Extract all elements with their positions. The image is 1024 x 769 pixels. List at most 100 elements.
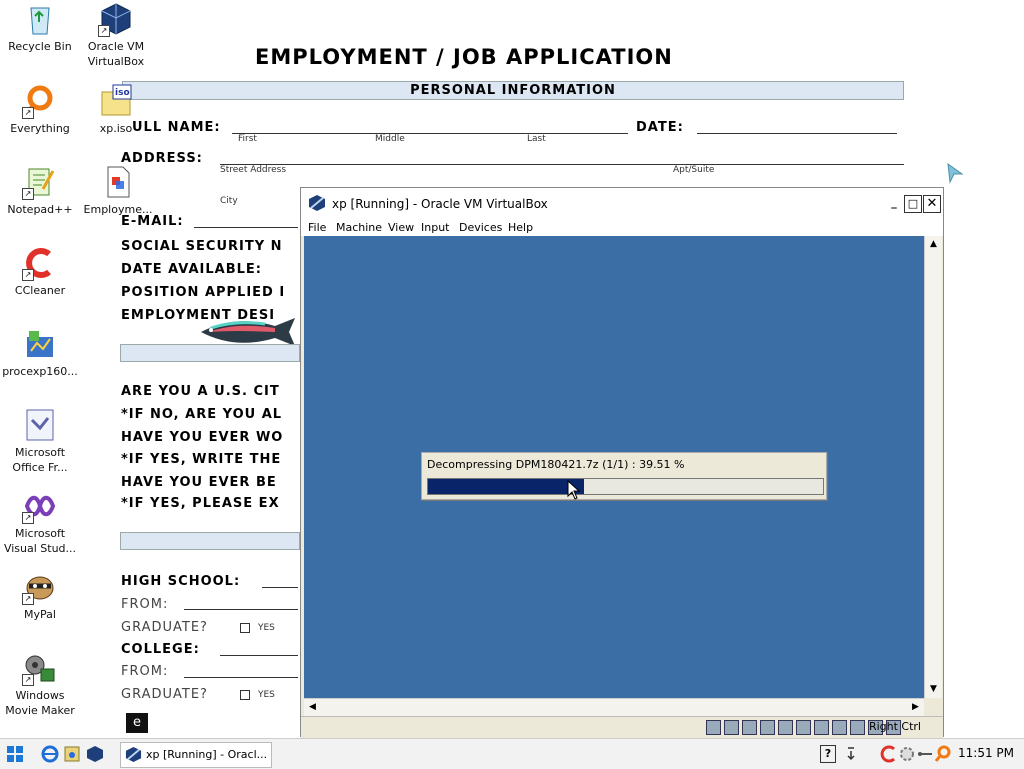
name-line xyxy=(232,133,628,134)
minimize-button[interactable]: _ xyxy=(886,195,902,211)
ccleaner-tray-icon[interactable] xyxy=(880,745,898,763)
close-button[interactable]: ✕ xyxy=(923,195,941,213)
desktop-icon-movie-maker[interactable]: ↗ Windows Movie Maker xyxy=(0,651,80,718)
scroll-right-arrow-icon[interactable]: ▶ xyxy=(907,699,924,716)
menu-view[interactable]: View xyxy=(388,221,414,234)
virtualbox-task-icon xyxy=(125,746,142,763)
office-framework-icon xyxy=(23,408,57,442)
menu-input[interactable]: Input xyxy=(421,221,449,234)
date-line xyxy=(697,133,897,134)
display-icon[interactable] xyxy=(832,720,847,735)
menu-machine[interactable]: Machine xyxy=(336,221,382,234)
section-band-2 xyxy=(120,344,300,362)
windows-start-icon[interactable] xyxy=(6,745,24,763)
shortcut-arrow-icon: ↗ xyxy=(22,674,34,686)
desktop-icon-recycle-bin[interactable]: Recycle Bin xyxy=(0,2,80,54)
virtualbox-window[interactable]: xp [Running] - Oracle VM VirtualBox _ □ … xyxy=(300,187,944,738)
scroll-up-arrow-icon[interactable]: ▲ xyxy=(925,236,942,253)
shortcut-arrow-icon: ↗ xyxy=(22,188,34,200)
search-tray-icon[interactable] xyxy=(934,745,952,763)
high-school-line xyxy=(262,587,298,588)
taskbar: xp [Running] - Oracl... ? 11:51 PM xyxy=(0,738,1024,769)
desktop-icon-label: Microsoft Office Fr... xyxy=(12,446,68,474)
desktop-icon-label: MyPal xyxy=(24,608,56,621)
apt-caption: Apt/Suite xyxy=(673,165,715,175)
been-label: HAVE YOU EVER BE xyxy=(121,475,277,490)
desktop-icon-label: Everything xyxy=(10,122,70,135)
maximize-button[interactable]: □ xyxy=(904,195,922,213)
desktop-icon-procexp[interactable]: procexp160... xyxy=(0,327,80,379)
optical-drive-icon[interactable] xyxy=(724,720,739,735)
taskbar-button-label: xp [Running] - Oracl... xyxy=(146,748,268,761)
desktop-icon-xp-iso[interactable]: iso xp.iso xyxy=(76,84,156,136)
iso-badge: iso xyxy=(115,88,130,98)
vertical-scrollbar[interactable]: ▲ ▼ xyxy=(924,236,942,698)
desktop-icon-everything[interactable]: ↗ Everything xyxy=(0,84,80,136)
shared-folder-icon[interactable] xyxy=(814,720,829,735)
shortcut-arrow-icon: ↗ xyxy=(98,25,110,37)
iso-file-icon: iso xyxy=(99,84,133,118)
date-label: DATE: xyxy=(636,120,684,135)
yes-caption-2: YES xyxy=(258,690,275,700)
file-explorer-icon[interactable] xyxy=(63,745,81,763)
scroll-left-arrow-icon[interactable]: ◀ xyxy=(304,699,321,716)
desktop-icon-notepad-plus-plus[interactable]: ↗ Notepad++ xyxy=(0,165,80,217)
address-label: ADDRESS: xyxy=(121,151,203,166)
hard-disk-icon[interactable] xyxy=(706,720,721,735)
desktop-icon-label: Recycle Bin xyxy=(8,40,72,53)
desktop-icon-label: Microsoft Visual Stud... xyxy=(3,527,77,555)
college-label: COLLEGE: xyxy=(121,642,200,657)
yes-caption: YES xyxy=(258,623,275,633)
document-file-icon xyxy=(101,165,135,199)
taskbar-button-virtualbox[interactable]: xp [Running] - Oracl... xyxy=(120,742,272,768)
notification-chevron-icon[interactable] xyxy=(842,745,860,763)
desktop-icon-label: xp.iso xyxy=(99,122,133,135)
high-school-label: HIGH SCHOOL: xyxy=(121,574,241,589)
virtualbox-app-icon xyxy=(309,195,325,211)
desktop-icon-label: Employme... xyxy=(83,203,153,216)
scroll-down-arrow-icon[interactable]: ▼ xyxy=(925,681,942,698)
progress-dialog: Decompressing DPM180421.7z (1/1) : 39.51… xyxy=(421,452,827,500)
everything-search-icon: ↗ xyxy=(22,84,57,119)
virtualbox-icon: ↗ xyxy=(98,2,133,37)
cursor-arrow-icon xyxy=(947,162,964,184)
menu-file[interactable]: File xyxy=(308,221,326,234)
internet-explorer-icon[interactable] xyxy=(41,745,59,763)
audio-icon[interactable] xyxy=(760,720,775,735)
vm-screen[interactable]: Decompressing DPM180421.7z (1/1) : 39.51… xyxy=(304,236,924,698)
section-title: PERSONAL INFORMATION xyxy=(410,83,616,98)
recording-icon[interactable] xyxy=(850,720,865,735)
notepad-plus-plus-icon: ↗ xyxy=(22,165,57,200)
usb-icon[interactable] xyxy=(796,720,811,735)
desktop-icon-label: procexp160... xyxy=(2,365,78,378)
settings-gear-icon[interactable] xyxy=(898,745,916,763)
menu-devices[interactable]: Devices xyxy=(459,221,502,234)
network-tray-icon[interactable] xyxy=(916,745,934,763)
network-icon[interactable] xyxy=(778,720,793,735)
from-label: FROM: xyxy=(121,597,169,612)
window-titlebar[interactable]: xp [Running] - Oracle VM VirtualBox _ □ … xyxy=(301,188,943,219)
virtualbox-quicklaunch-icon[interactable] xyxy=(86,745,104,763)
status-bar: Right Ctrl xyxy=(301,716,943,738)
desktop-icon-employment-doc[interactable]: Employme... xyxy=(78,165,158,217)
desktop-icon-visual-studio[interactable]: ↗ Microsoft Visual Stud... xyxy=(0,489,80,556)
mouse-cursor-icon xyxy=(567,480,581,500)
desktop-icon-mypal[interactable]: ↗ MyPal xyxy=(0,570,80,622)
desktop-icon-office-framework[interactable]: Microsoft Office Fr... xyxy=(0,408,80,475)
menu-help[interactable]: Help xyxy=(508,221,533,234)
desktop-icon-virtualbox[interactable]: ↗ Oracle VM VirtualBox xyxy=(76,2,156,69)
from-line xyxy=(184,609,298,610)
horizontal-scrollbar[interactable]: ◀ ▶ xyxy=(304,698,924,716)
yes-checkbox xyxy=(240,623,250,633)
progress-bar xyxy=(427,478,824,495)
recycle-bin-icon xyxy=(23,2,57,36)
street-caption: Street Address xyxy=(220,165,287,175)
help-icon[interactable]: ? xyxy=(820,745,836,763)
clock: 11:51 PM xyxy=(958,746,1014,760)
desktop-icon-ccleaner[interactable]: ↗ CCleaner xyxy=(0,246,80,298)
from-line-2 xyxy=(184,677,298,678)
floppy-icon[interactable] xyxy=(742,720,757,735)
last-caption: Last xyxy=(527,134,546,144)
visual-studio-icon: ↗ xyxy=(22,489,57,524)
position-label: POSITION APPLIED I xyxy=(121,285,286,300)
